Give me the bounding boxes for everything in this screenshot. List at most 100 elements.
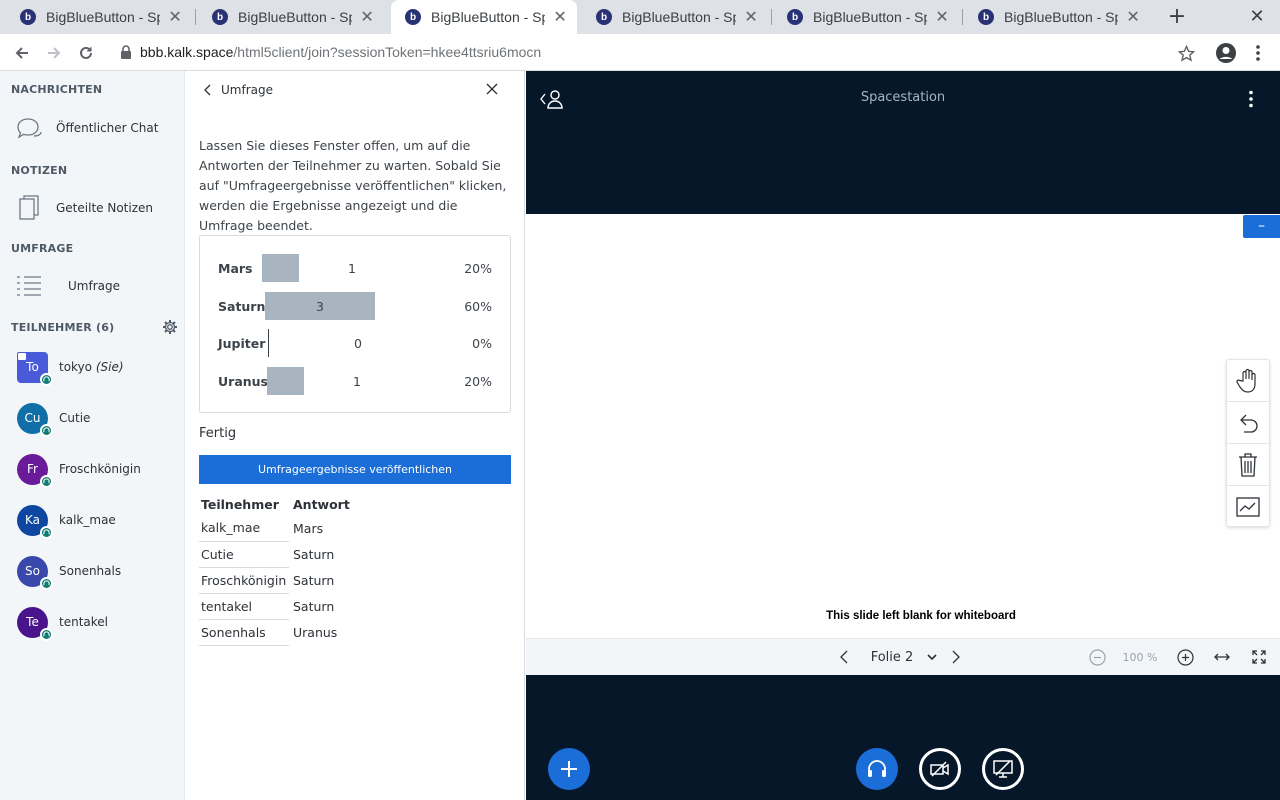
poll-vote-count: 3: [316, 298, 324, 314]
poll-result-bar: [267, 366, 304, 395]
tab-close-icon[interactable]: ✕: [935, 7, 949, 27]
audio-button[interactable]: [856, 748, 898, 790]
fullscreen-button[interactable]: [1249, 647, 1269, 667]
forward-button[interactable]: [41, 40, 67, 66]
more-vertical-icon[interactable]: [1242, 90, 1260, 108]
poll-description: Lassen Sie dieses Fenster offen, um auf …: [199, 138, 507, 233]
browser-tab[interactable]: b BigBlueButton - Sp ✕: [582, 0, 768, 34]
gear-icon[interactable]: [162, 319, 178, 335]
poll-vote-count: 1: [353, 373, 361, 389]
new-tab-button[interactable]: +: [1164, 4, 1190, 30]
poll-option-label: Saturn: [218, 298, 266, 314]
browser-tab[interactable]: b BigBlueButton - Sp ✕: [198, 0, 384, 34]
close-icon[interactable]: [485, 82, 499, 96]
profile-button[interactable]: [1213, 40, 1239, 66]
table-row: kalk_mae Mars: [199, 515, 352, 542]
back-button[interactable]: [9, 40, 35, 66]
sidebar-item-poll[interactable]: Umfrage: [0, 267, 185, 305]
participant-item[interactable]: Fr Froschkönigin: [0, 447, 185, 491]
response-participant: kalk_mae: [199, 515, 289, 542]
avatar-initials: Cu: [24, 411, 41, 425]
browser-tab[interactable]: b BigBlueButton - Sp ✕: [6, 0, 192, 34]
poll-option-label: Mars: [218, 261, 253, 276]
tool-clear[interactable]: [1227, 444, 1269, 486]
poll-status: Fertig: [199, 426, 237, 441]
star-icon: [1177, 44, 1195, 62]
headset-icon: [40, 525, 53, 539]
arrow-left-icon: [15, 47, 28, 59]
poll-results: Mars 1 20% Saturn 3 60% Jupiter 0 0% Uranus 1 20%: [199, 235, 511, 413]
avatar: Fr: [17, 453, 53, 488]
address-bar[interactable]: bbb.kalk.space/html5client/join?sessionT…: [108, 38, 1208, 66]
meeting-title: Spacestation: [860, 90, 946, 105]
trash-icon: [1239, 452, 1257, 477]
participants-section-title: TEILNEHMER (6): [11, 321, 115, 334]
tab-close-icon[interactable]: ✕: [553, 7, 567, 27]
slide-controls: Folie 2 100 %: [526, 638, 1280, 675]
fullscreen-icon: [1252, 650, 1266, 664]
poll-percent: 60%: [464, 298, 492, 314]
fit-width-button[interactable]: [1212, 647, 1232, 667]
participant-item[interactable]: So Sonenhals: [0, 549, 185, 593]
tab-close-icon[interactable]: ✕: [744, 7, 758, 27]
browser-menu-button[interactable]: [1245, 40, 1271, 66]
response-participant: Sonenhals: [199, 619, 289, 646]
zoom-out-button[interactable]: [1087, 647, 1107, 667]
chevron-right-icon: [952, 650, 960, 664]
responses-table: Teilnehmer Antwort kalk_mae Mars Cutie Satu…: [199, 493, 352, 646]
participant-name: tentakel: [59, 615, 108, 629]
window-close-button[interactable]: ✕: [1246, 4, 1268, 30]
prev-slide-button[interactable]: [834, 647, 854, 667]
sidebar-item-public-chat[interactable]: Öffentlicher Chat: [0, 109, 185, 147]
actions-button[interactable]: [548, 748, 590, 790]
participant-item[interactable]: Ka kalk_mae: [0, 498, 185, 542]
tab-title: BigBlueButton - Sp: [431, 9, 546, 25]
column-header-answer: Antwort: [293, 496, 350, 512]
hand-icon: [1236, 368, 1256, 393]
slide-select[interactable]: Folie 2: [866, 647, 942, 667]
poll-result-bar: [268, 329, 269, 357]
participant-self-label: (Sie): [95, 360, 124, 374]
response-answer: Saturn: [293, 598, 335, 614]
tab-separator: [962, 9, 963, 25]
sidebar: NACHRICHTEN Öffentlicher Chat NOTIZEN Ge…: [0, 71, 185, 800]
next-slide-button[interactable]: [946, 647, 966, 667]
participant-item[interactable]: Te tentakel: [0, 600, 185, 644]
minimize-presentation-button[interactable]: –: [1243, 215, 1280, 238]
tab-close-icon[interactable]: ✕: [168, 7, 182, 27]
sidebar-item-label: Umfrage: [68, 279, 120, 293]
url-path: /html5client/join?sessionToken=hkee4ttsr…: [233, 44, 542, 60]
avatar: Ka: [17, 504, 53, 539]
bookmark-button[interactable]: [1173, 40, 1199, 66]
zoom-in-icon: [1176, 648, 1194, 666]
headset-icon: [40, 576, 53, 590]
sidebar-item-shared-notes[interactable]: Geteilte Notizen: [0, 189, 185, 227]
tool-multi-user[interactable]: [1227, 486, 1269, 528]
reload-button[interactable]: [73, 40, 99, 66]
avatar: Cu: [17, 402, 53, 437]
zoom-out-icon: [1088, 648, 1106, 666]
tab-title: BigBlueButton - Sp: [622, 9, 737, 25]
poll-back-button[interactable]: Umfrage: [203, 83, 273, 97]
tool-undo[interactable]: [1227, 402, 1269, 444]
screenshare-button[interactable]: [982, 748, 1024, 790]
response-answer: Uranus: [293, 624, 338, 640]
browser-tab[interactable]: b BigBlueButton - Sp ✕: [391, 0, 577, 34]
tool-hand[interactable]: [1227, 360, 1269, 402]
zoom-value: 100 %: [1122, 650, 1158, 664]
poll-result-row: Saturn 3 60%: [200, 291, 510, 320]
tab-close-icon[interactable]: ✕: [360, 7, 374, 27]
zoom-in-button[interactable]: [1175, 647, 1195, 667]
sidebar-item-label: Öffentlicher Chat: [56, 121, 159, 135]
tab-close-icon[interactable]: ✕: [1126, 7, 1140, 27]
publish-results-button[interactable]: Umfrageergebnisse veröffentlichen: [199, 455, 511, 484]
participant-item[interactable]: Cu Cutie: [0, 396, 185, 440]
video-button[interactable]: [919, 748, 961, 790]
browser-tab[interactable]: b BigBlueButton - Sp ✕: [964, 0, 1150, 34]
poll-vote-count: 0: [354, 336, 362, 351]
whiteboard-slide[interactable]: This slide left blank for whiteboard: [526, 214, 1280, 638]
screenshare-off-icon: [993, 760, 1013, 778]
browser-tab[interactable]: b BigBlueButton - Sp ✕: [773, 0, 959, 34]
avatar-initials: Te: [26, 615, 39, 629]
participant-item[interactable]: To tokyo (Sie): [0, 345, 185, 389]
